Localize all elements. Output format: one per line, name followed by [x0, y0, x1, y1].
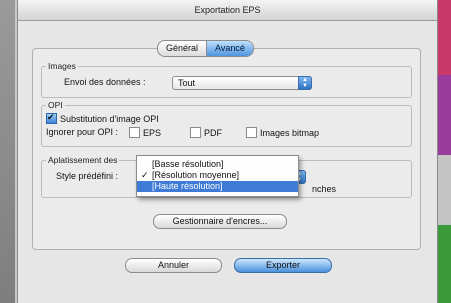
tab-general[interactable]: Général: [158, 41, 206, 56]
menu-item-label: [Résolution moyenne]: [152, 170, 240, 180]
menu-item-medium-resolution[interactable]: ✓ [Résolution moyenne]: [137, 170, 298, 181]
menu-item-high-resolution[interactable]: [Haute résolution]: [137, 181, 298, 192]
images-legend: Images: [46, 61, 78, 71]
style-preset-label: Style prédéfini :: [56, 171, 119, 181]
background-color-segment: [437, 155, 451, 225]
opi-ignore-bitmap-checkbox[interactable]: Images bitmap: [246, 127, 319, 138]
checkbox-icon: [190, 127, 201, 138]
opi-group: OPI Substitution d'image OPI Ignorer pou…: [41, 100, 412, 147]
check-icon: ✓: [141, 170, 149, 180]
tab-bar: Général Avancé: [157, 40, 254, 57]
opi-ignore-eps-label: EPS: [143, 128, 162, 138]
send-data-value: Tout: [178, 78, 196, 88]
opi-substitution-label: Substitution d'image OPI: [60, 114, 159, 124]
menu-item-low-resolution[interactable]: [Basse résolution]: [137, 159, 298, 170]
tab-advanced[interactable]: Avancé: [206, 41, 253, 56]
style-preset-menu: [Basse résolution] ✓ [Résolution moyenne…: [136, 155, 299, 197]
advanced-panel: Images Envoi des données : Tout ▲▼ OPI S…: [32, 48, 421, 250]
checkbox-icon: [246, 127, 257, 138]
checkbox-icon: [129, 127, 140, 138]
opi-legend: OPI: [46, 100, 65, 110]
opi-substitution-checkbox[interactable]: Substitution d'image OPI: [46, 112, 159, 124]
opi-ignore-pdf-checkbox[interactable]: PDF: [190, 127, 222, 138]
opi-ignore-label: Ignorer pour OPI :: [46, 127, 119, 137]
background-window-left: [0, 0, 15, 303]
flattening-legend: Aplatissement des: [46, 155, 120, 165]
send-data-select[interactable]: Tout ▲ ▼: [172, 76, 312, 90]
background-color-segment: [437, 225, 451, 303]
background-color-segment: [437, 75, 451, 155]
ink-manager-button[interactable]: Gestionnaire d'encres...: [153, 214, 287, 229]
images-group: Images Envoi des données : Tout ▲ ▼: [41, 61, 412, 98]
menu-item-label: [Haute résolution]: [152, 181, 223, 191]
opi-ignore-eps-checkbox[interactable]: EPS: [129, 127, 161, 138]
background-window-right: [437, 0, 451, 303]
dialog-title: Exportation EPS: [18, 0, 437, 21]
opi-ignore-pdf-label: PDF: [204, 128, 222, 138]
partial-option-label: nches: [312, 184, 337, 194]
cancel-button[interactable]: Annuler: [125, 258, 222, 273]
background-color-segment: [437, 0, 451, 75]
check-icon: [46, 112, 57, 124]
send-data-label: Envoi des données :: [64, 77, 146, 87]
export-button[interactable]: Exporter: [234, 258, 332, 273]
opi-ignore-bitmap-label: Images bitmap: [260, 128, 320, 138]
menu-item-label: [Basse résolution]: [152, 159, 224, 169]
updown-arrows-icon: ▲▼: [298, 76, 312, 90]
